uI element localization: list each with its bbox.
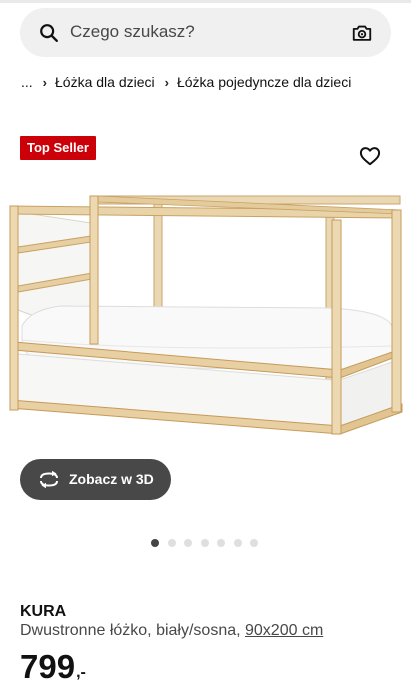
top-divider bbox=[0, 0, 411, 3]
product-size-link[interactable]: 90x200 cm bbox=[245, 622, 323, 639]
chevron-right-icon: › bbox=[42, 74, 48, 90]
product-name: KURA bbox=[20, 603, 67, 620]
search-bar[interactable]: Czego szukasz? bbox=[20, 8, 391, 57]
product-price: 799 ,- bbox=[20, 648, 86, 688]
carousel-dot[interactable] bbox=[200, 539, 209, 547]
product-description-text: Dwustronne łóżko, biały/sosna, bbox=[20, 622, 245, 639]
search-input[interactable]: Czego szukasz? bbox=[70, 22, 195, 42]
top-seller-badge: Top Seller bbox=[20, 136, 96, 160]
camera-search-icon[interactable] bbox=[351, 22, 373, 44]
product-image[interactable] bbox=[0, 190, 411, 450]
carousel-dot[interactable] bbox=[151, 539, 159, 547]
view-3d-label: Zobacz w 3D bbox=[69, 471, 154, 487]
carousel-dot[interactable] bbox=[184, 539, 192, 547]
rotate-3d-icon bbox=[40, 470, 58, 489]
price-integer: 799 bbox=[20, 648, 76, 685]
breadcrumb-item-single-kids-beds[interactable]: Łóżka pojedyncze dla dzieci bbox=[177, 74, 351, 90]
breadcrumb-item-kids-beds[interactable]: Łóżka dla dzieci bbox=[55, 74, 155, 90]
view-3d-button[interactable]: Zobacz w 3D bbox=[20, 459, 171, 500]
carousel-dot[interactable] bbox=[233, 539, 242, 547]
carousel-dot[interactable] bbox=[167, 539, 176, 547]
product-description: Dwustronne łóżko, biały/sosna, 90x200 cm bbox=[20, 622, 323, 640]
chevron-right-icon: › bbox=[164, 74, 169, 90]
carousel-dot[interactable] bbox=[217, 539, 225, 547]
price-decimal: ,- bbox=[76, 664, 86, 681]
image-carousel-dots bbox=[151, 539, 267, 548]
search-icon bbox=[40, 24, 58, 42]
breadcrumb: ... › Łóżka dla dzieci › Łóżka pojedyncz… bbox=[21, 73, 351, 91]
carousel-dot[interactable] bbox=[250, 539, 258, 547]
heart-icon[interactable] bbox=[359, 146, 381, 166]
breadcrumb-ellipsis[interactable]: ... bbox=[21, 74, 33, 90]
